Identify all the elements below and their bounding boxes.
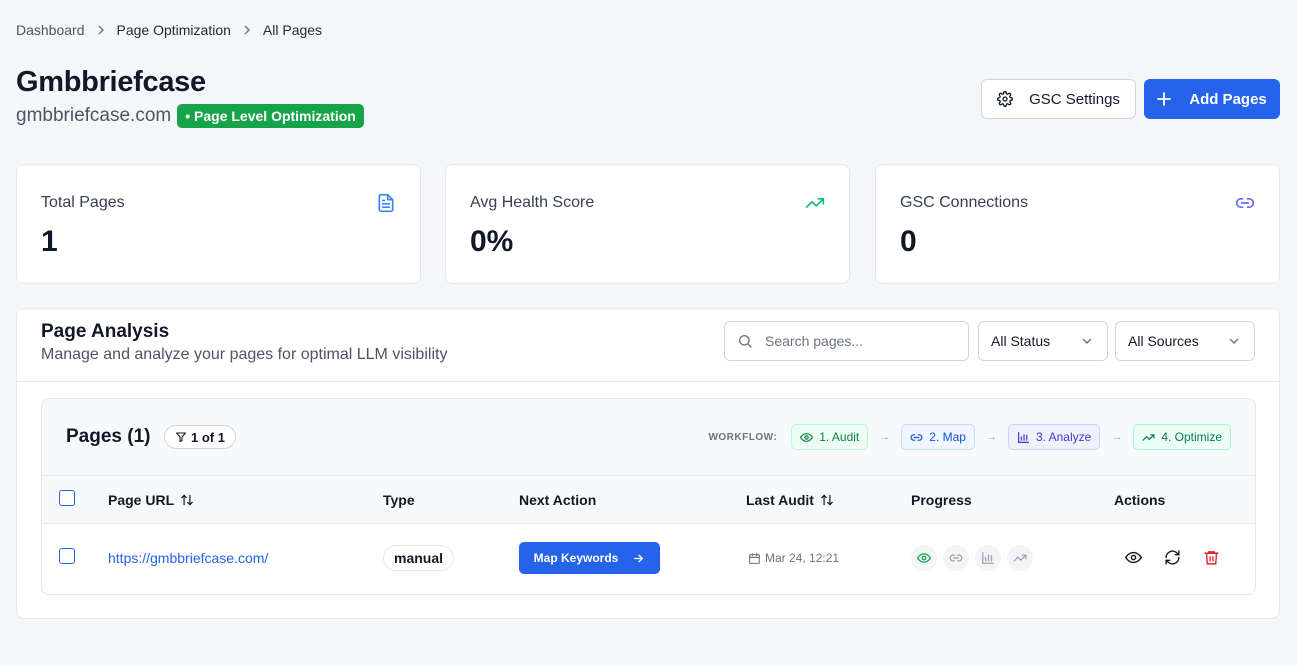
link-icon [949,554,963,562]
trending-up-icon [1142,431,1155,444]
status-select-value: All Status [991,333,1051,349]
pages-title: Pages (1) [66,426,151,447]
plus-icon [1157,92,1172,106]
sources-select[interactable]: All Sources [1115,321,1255,361]
table-header: Page URL Type Next Action Last Audit Pro… [42,476,1255,524]
breadcrumb-all-pages: All Pages [262,22,323,38]
trending-up-icon [1013,554,1027,562]
link-icon [1235,193,1255,213]
stat-card-total-pages: Total Pages 1 [16,164,421,284]
workflow-step-label: 2. Map [929,430,966,444]
panel-subtitle: Manage and analyze your pages for optima… [41,346,448,363]
column-last-audit[interactable]: Last Audit [746,492,834,508]
arrow-right-icon [632,552,645,565]
workflow-step-analyze: 3. Analyze [1007,424,1101,450]
domain-text: gmbbriefcase.com [16,105,172,126]
page-title: Gmbbriefcase [16,66,206,98]
progress-step [1007,545,1033,571]
stat-value: 0 [900,225,917,258]
filter-count-pill: 1 of 1 [164,425,236,449]
trending-up-icon [805,193,825,213]
stat-card-avg-health: Avg Health Score 0% [445,164,850,284]
arrow-right-icon: → [985,431,997,443]
workflow-step-label: 4. Optimize [1161,430,1222,444]
gear-icon [997,91,1013,107]
workflow-step-label: 3. Analyze [1035,430,1092,444]
status-select[interactable]: All Status [978,321,1108,361]
table-row: https://gmbbriefcase.com/ manual Map Key… [42,525,1255,593]
select-all-checkbox[interactable] [59,490,75,506]
column-progress: Progress [911,492,972,508]
filter-icon [175,431,187,443]
add-pages-button[interactable]: Add Pages [1144,79,1280,119]
gsc-settings-label: GSC Settings [1029,90,1120,108]
view-icon[interactable] [1125,549,1142,566]
workflow-step-optimize: 4. Optimize [1133,424,1231,450]
map-keywords-label: Map Keywords [533,551,619,565]
page-analysis-panel: Page Analysis Manage and analyze your pa… [16,308,1280,619]
workflow-label: WORKFLOW: [708,431,778,443]
column-actions: Actions [1114,492,1166,508]
breadcrumb: Dashboard Page Optimization All Pages [16,22,322,38]
pages-header: Pages (1) 1 of 1 WORKFLOW: 1. Audit → 2.… [42,399,1255,476]
arrow-right-icon: → [879,431,891,443]
chevron-right-icon [241,24,253,36]
search-input[interactable] [765,333,945,349]
last-audit-cell: Mar 24, 12:21 [748,551,839,565]
column-label: Page URL [108,492,175,508]
stat-label: GSC Connections [900,194,1029,211]
chevron-down-icon [1081,335,1093,347]
filter-count-text: 1 of 1 [191,429,225,445]
map-keywords-button[interactable]: Map Keywords [519,542,660,574]
panel-title: Page Analysis [41,321,170,342]
progress-step [943,545,969,571]
domain-row: gmbbriefcase.com • Page Level Optimizati… [16,104,364,128]
stat-label: Total Pages [41,194,125,211]
search-icon [737,333,753,349]
chevron-right-icon [95,24,107,36]
workflow-step-audit: 1. Audit [791,424,869,450]
column-type: Type [383,492,415,508]
sort-icon [180,493,194,507]
search-box [724,321,969,361]
page-url-link[interactable]: https://gmbbriefcase.com/ [108,550,268,566]
pages-table-card: Pages (1) 1 of 1 WORKFLOW: 1. Audit → 2.… [41,398,1256,595]
workflow-step-label: 1. Audit [819,430,860,444]
row-checkbox[interactable] [59,548,75,564]
progress-step [911,545,937,571]
breadcrumb-page-optimization[interactable]: Page Optimization [117,22,231,38]
progress-indicator [911,545,1033,571]
arrow-right-icon: → [1111,431,1123,443]
column-next-action: Next Action [519,492,597,508]
calendar-icon [748,552,761,565]
stat-value: 1 [41,225,58,258]
column-label: Last Audit [746,492,814,508]
trash-icon[interactable] [1203,549,1220,566]
bar-chart-icon [982,552,994,564]
stat-value: 0% [470,225,514,258]
link-icon [910,431,923,444]
workflow-steps: WORKFLOW: 1. Audit → 2. Map → 3. Analyze… [708,424,1231,450]
refresh-icon[interactable] [1164,549,1181,566]
eye-icon [800,431,814,444]
document-icon [376,193,396,213]
workflow-step-map: 2. Map [901,424,975,450]
eye-icon [917,553,931,563]
chevron-down-icon [1228,335,1240,347]
sources-select-value: All Sources [1128,333,1199,349]
gsc-settings-button[interactable]: GSC Settings [981,79,1136,119]
progress-step [975,545,1001,571]
type-badge: manual [383,545,455,571]
column-page-url[interactable]: Page URL [108,492,194,508]
breadcrumb-dashboard[interactable]: Dashboard [16,22,85,38]
stat-label: Avg Health Score [470,194,595,211]
row-actions [1125,549,1220,566]
stat-card-gsc-connections: GSC Connections 0 [875,164,1280,284]
optimization-badge: • Page Level Optimization [177,104,364,128]
bar-chart-icon [1017,431,1030,444]
last-audit-date: Mar 24, 12:21 [765,551,840,565]
add-pages-label: Add Pages [1189,90,1267,108]
sort-icon [820,493,834,507]
divider [17,381,1279,382]
